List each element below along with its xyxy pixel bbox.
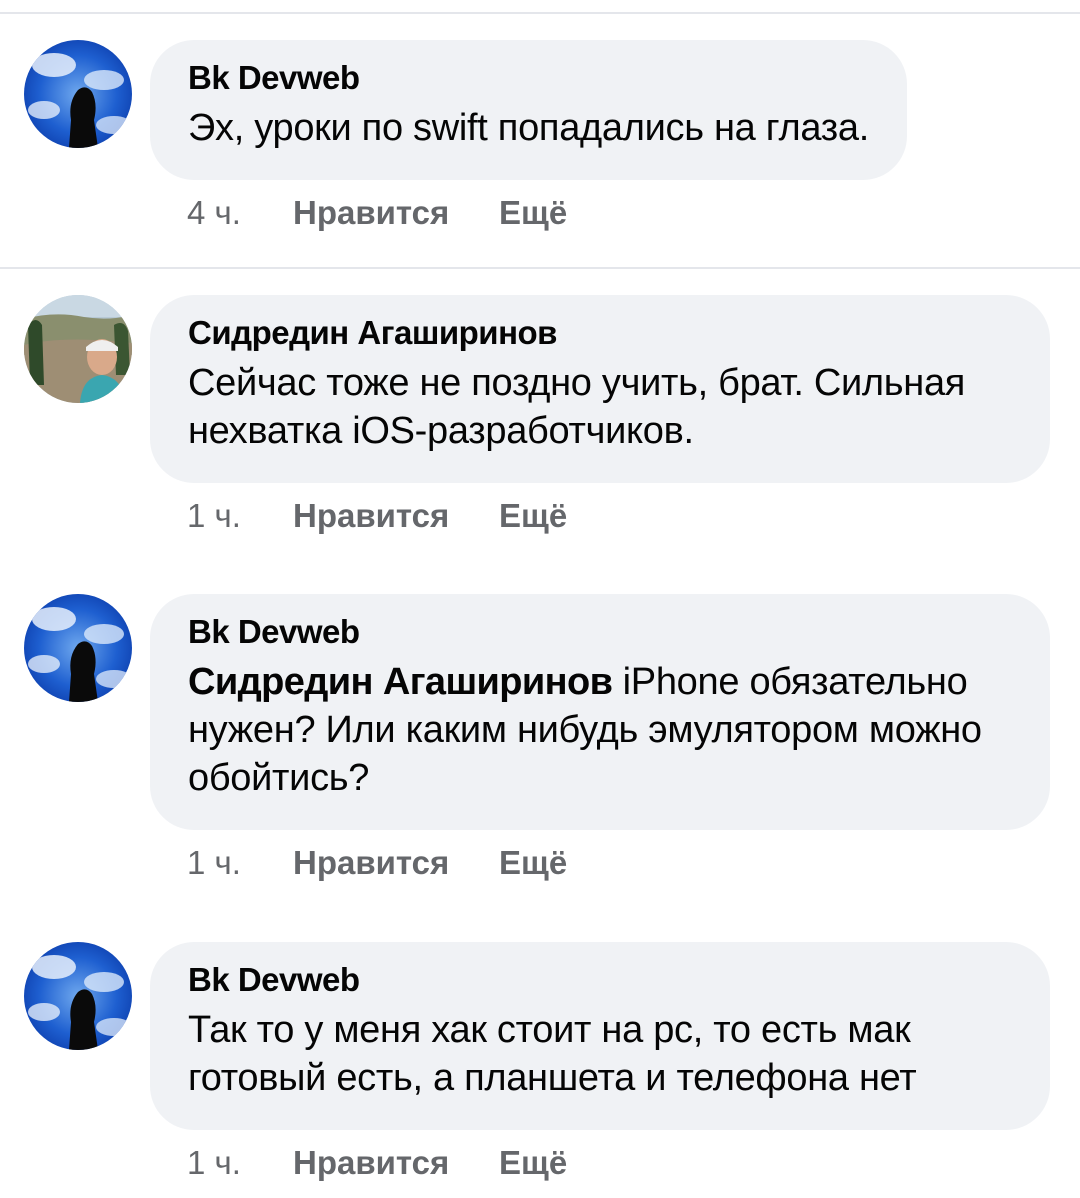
comment-author[interactable]: Bk Devweb xyxy=(188,58,869,98)
comment-text: Сидредин Агаширинов iPhone обязательно н… xyxy=(188,658,1012,802)
more-button[interactable]: Ещё xyxy=(499,496,567,536)
comment-actions: 4 ч. Нравится Ещё xyxy=(187,193,567,233)
comment-author[interactable]: Сидредин Агаширинов xyxy=(188,313,1012,353)
comment-text: Так то у меня хак стоит на pc, то есть м… xyxy=(188,1009,917,1099)
comment-bubble: Bk Devweb Сидредин Агаширинов iPhone обя… xyxy=(150,594,1050,830)
more-button[interactable]: Ещё xyxy=(499,1143,567,1183)
comment-text: Сейчас тоже не поздно учить, брат. Сильн… xyxy=(188,362,966,452)
comment-author[interactable]: Bk Devweb xyxy=(188,612,1012,652)
avatar[interactable] xyxy=(24,295,132,403)
comment-time[interactable]: 1 ч. xyxy=(187,1143,293,1183)
comment-actions: 1 ч. Нравится Ещё xyxy=(187,1143,567,1183)
comment-actions: 1 ч. Нравится Ещё xyxy=(187,496,567,536)
top-divider xyxy=(0,12,1080,14)
avatar[interactable] xyxy=(24,594,132,702)
avatar[interactable] xyxy=(24,40,132,148)
comment-bubble: Bk Devweb Эх, уроки по swift попадались … xyxy=(150,40,907,180)
comment-actions: 1 ч. Нравится Ещё xyxy=(187,843,567,883)
avatar[interactable] xyxy=(24,942,132,1050)
more-button[interactable]: Ещё xyxy=(499,843,567,883)
like-button[interactable]: Нравится xyxy=(293,1143,499,1183)
comment-time[interactable]: 1 ч. xyxy=(187,843,293,883)
comment-bubble: Bk Devweb Так то у меня хак стоит на pc,… xyxy=(150,942,1050,1130)
mention-link[interactable]: Сидредин Агаширинов xyxy=(188,661,613,703)
comment-author[interactable]: Bk Devweb xyxy=(188,960,1012,1000)
comment-time[interactable]: 1 ч. xyxy=(187,496,293,536)
like-button[interactable]: Нравится xyxy=(293,843,499,883)
comment-bubble: Сидредин Агаширинов Сейчас тоже не поздн… xyxy=(150,295,1050,483)
comment-text: Эх, уроки по swift попадались на глаза. xyxy=(188,107,869,149)
like-button[interactable]: Нравится xyxy=(293,193,499,233)
comment-time[interactable]: 4 ч. xyxy=(187,193,293,233)
like-button[interactable]: Нравится xyxy=(293,496,499,536)
more-button[interactable]: Ещё xyxy=(499,193,567,233)
section-divider xyxy=(0,267,1080,269)
